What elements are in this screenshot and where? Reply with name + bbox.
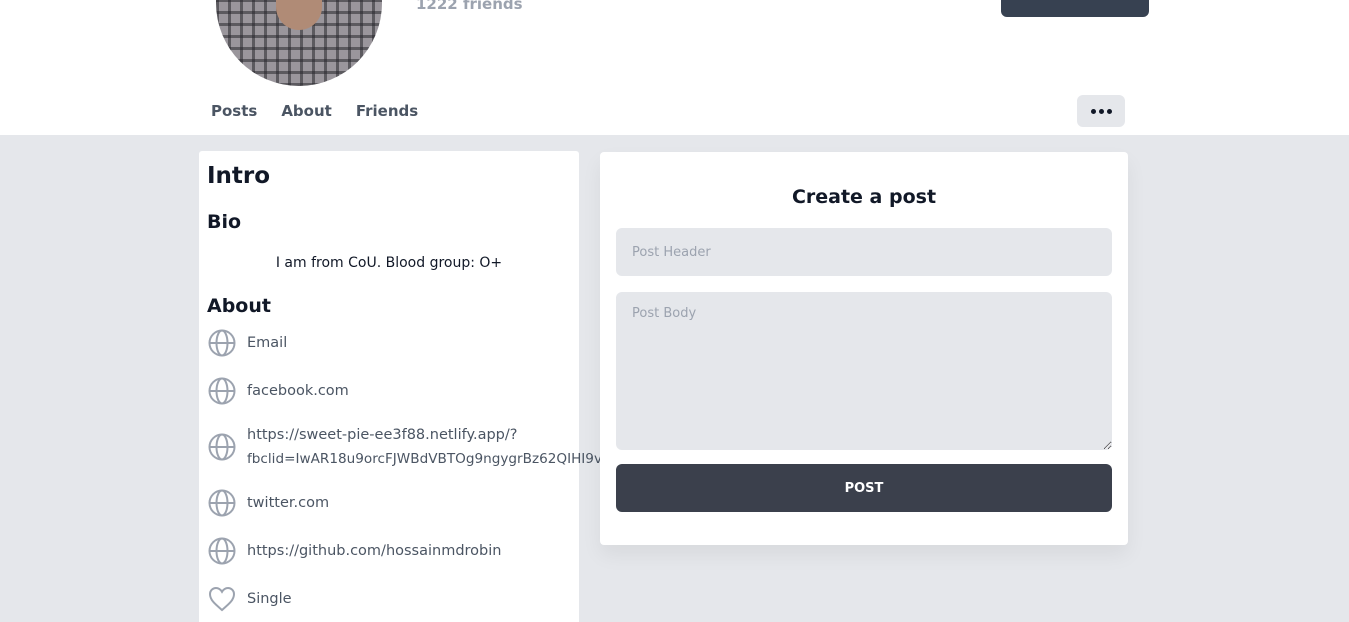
about-item-facebook: facebook.com — [207, 376, 349, 406]
bio-heading: Bio — [207, 211, 242, 233]
about-item-relationship: Single — [207, 584, 292, 614]
profile-tabs: Posts About Friends — [211, 102, 418, 120]
ellipsis-icon — [1090, 108, 1112, 114]
create-post-title: Create a post — [791, 186, 937, 208]
profile-header: 1222 friends Posts About Friends — [0, 0, 1349, 135]
tab-posts[interactable]: Posts — [211, 102, 257, 120]
globe-icon — [208, 489, 236, 517]
about-heading: About — [207, 295, 271, 317]
globe-icon — [208, 329, 236, 357]
post-body-textarea[interactable] — [616, 292, 1112, 450]
globe-icon — [208, 433, 236, 461]
globe-icon — [208, 537, 236, 565]
about-item-text[interactable]: https://github.com/hossainmdrobin — [247, 539, 501, 563]
about-item-twitter: twitter.com — [207, 488, 329, 518]
tab-friends[interactable]: Friends — [356, 102, 418, 120]
post-header-input[interactable] — [616, 228, 1112, 276]
heart-icon — [208, 586, 236, 612]
intro-title: Intro — [207, 163, 271, 189]
post-submit-button[interactable]: POST — [616, 464, 1112, 512]
friends-count: 1222 friends — [416, 0, 523, 13]
tab-about[interactable]: About — [281, 102, 332, 120]
about-item-text: Email — [247, 335, 288, 351]
about-item-email: Email — [207, 328, 287, 358]
about-item-text[interactable]: facebook.com — [247, 379, 349, 403]
intro-card: Intro Bio I am from CoU. Blood group: O+… — [199, 151, 805, 622]
about-item-github: https://github.com/hossainmdrobin — [207, 536, 501, 566]
globe-icon — [208, 377, 236, 405]
bio-text: I am from CoU. Blood group: O+ — [275, 255, 503, 271]
profile-avatar[interactable] — [216, 0, 382, 86]
about-item-text[interactable]: twitter.com — [247, 491, 329, 515]
more-options-button[interactable] — [1077, 95, 1125, 127]
profile-action-button[interactable] — [1001, 0, 1149, 17]
create-post-card: Create a post POST — [600, 152, 1128, 545]
about-item-text: Single — [247, 591, 292, 607]
